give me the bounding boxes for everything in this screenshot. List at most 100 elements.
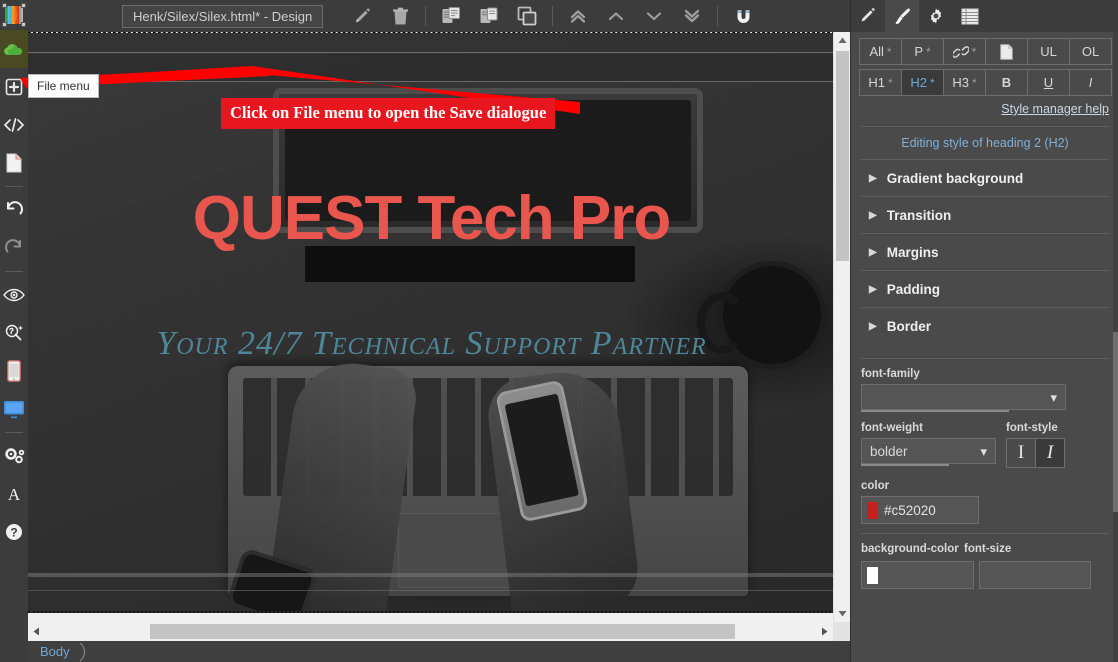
- file-menu-button[interactable]: [0, 30, 28, 68]
- caret-down-icon: [838, 611, 847, 617]
- redo-arrow-icon: [5, 239, 21, 253]
- font-style-italic-button[interactable]: I: [1035, 438, 1065, 468]
- top-toolbar: Henk/Silex/Silex.html* - Design: [28, 0, 850, 32]
- font-weight-value: bolder: [870, 443, 908, 459]
- right-panel-scrollbar[interactable]: [1113, 32, 1118, 662]
- page-nav-band: [28, 33, 835, 53]
- divider: [5, 271, 23, 272]
- snap-magnet-button[interactable]: [724, 0, 762, 32]
- right-panel-scroll-thumb[interactable]: [1113, 332, 1118, 512]
- selector-h1[interactable]: H1 *: [859, 69, 902, 96]
- selector-p[interactable]: P *: [901, 38, 944, 65]
- undo-button[interactable]: [0, 191, 28, 229]
- selector-italic-label: I: [1088, 75, 1093, 90]
- style-manager-help-link[interactable]: Style manager help: [851, 102, 1109, 116]
- selector-ol[interactable]: OL: [1069, 38, 1112, 65]
- selector-bold[interactable]: B: [985, 69, 1028, 96]
- chevron-right-icon: ▶: [869, 283, 877, 295]
- color-swatch[interactable]: [867, 501, 878, 519]
- right-panel-tabs: [851, 0, 1118, 32]
- accordion-label: Transition: [886, 207, 952, 223]
- selector-underline-label: U: [1043, 75, 1054, 90]
- scroll-down-arrow[interactable]: [834, 605, 851, 622]
- right-panel-body: All * P * * UL OL H1 * H2 * H3 * B U I S…: [851, 32, 1118, 662]
- color-value: #c52020: [884, 502, 936, 518]
- scroll-right-arrow[interactable]: [816, 622, 833, 641]
- paintbrush-icon: [895, 7, 910, 24]
- font-weight-select[interactable]: bolder ▾: [861, 438, 996, 464]
- selector-ul[interactable]: UL: [1027, 38, 1070, 65]
- accordion-transition[interactable]: ▶ Transition: [861, 196, 1109, 233]
- canvas-horizontal-scrollbar[interactable]: [28, 622, 833, 641]
- responsive-tools-button[interactable]: [0, 314, 28, 352]
- tab-properties[interactable]: [851, 0, 885, 32]
- cloud-icon: [4, 44, 23, 55]
- selector-underline[interactable]: U: [1027, 69, 1070, 96]
- add-element-button[interactable]: [0, 68, 28, 106]
- settings-button[interactable]: [0, 437, 28, 475]
- background-color-swatch[interactable]: [867, 566, 878, 584]
- accordion-padding[interactable]: ▶ Padding: [861, 270, 1109, 307]
- duplicate-button[interactable]: [508, 0, 546, 32]
- selection-handle: [2, 3, 7, 8]
- delete-button[interactable]: [381, 0, 419, 32]
- link-icon: [952, 45, 969, 58]
- scrollbar-corner: [833, 622, 850, 641]
- scroll-up-arrow[interactable]: [834, 32, 851, 49]
- desktop-view-button[interactable]: [0, 390, 28, 428]
- move-down-button[interactable]: [635, 0, 673, 32]
- paste-button[interactable]: [432, 0, 470, 32]
- selection-handle: [21, 22, 26, 27]
- selector-h2[interactable]: H2 *: [901, 69, 944, 96]
- divider: [552, 6, 554, 26]
- accordion-border[interactable]: ▶ Border: [861, 307, 1109, 344]
- breadcrumb-item-body[interactable]: Body: [40, 644, 70, 659]
- fonts-button[interactable]: A: [0, 475, 28, 513]
- mobile-view-button[interactable]: [0, 352, 28, 390]
- vertical-scroll-thumb[interactable]: [836, 51, 849, 261]
- canvas-vertical-scrollbar[interactable]: [833, 32, 851, 622]
- tab-list[interactable]: [953, 0, 987, 32]
- font-style-normal-button[interactable]: I: [1006, 438, 1036, 468]
- magic-wand-icon: [5, 324, 23, 341]
- html-box-button[interactable]: [0, 106, 28, 144]
- help-button[interactable]: ?: [0, 513, 28, 551]
- document-title-field[interactable]: Henk/Silex/Silex.html* - Design: [122, 4, 324, 28]
- selector-link[interactable]: *: [943, 38, 986, 65]
- horizontal-scroll-thumb[interactable]: [150, 624, 735, 639]
- copy-button[interactable]: [470, 0, 508, 32]
- field-underline: [861, 464, 949, 466]
- selector-italic[interactable]: I: [1069, 69, 1112, 96]
- hero-heading-h2[interactable]: QUEST Tech Pro: [28, 183, 835, 254]
- chevron-right-icon: ▶: [869, 172, 877, 184]
- selector-page[interactable]: [985, 38, 1028, 65]
- selection-handle: [2, 22, 7, 27]
- selector-h3[interactable]: H3 *: [943, 69, 986, 96]
- accordion-margins[interactable]: ▶ Margins: [861, 233, 1109, 270]
- edit-pencil-button[interactable]: [343, 0, 381, 32]
- move-up-button[interactable]: [597, 0, 635, 32]
- chevron-up-icon: [609, 12, 624, 21]
- font-family-select[interactable]: ▾: [861, 384, 1066, 410]
- selector-all[interactable]: All *: [859, 38, 902, 65]
- accordion-gradient-background[interactable]: ▶ Gradient background: [861, 159, 1109, 196]
- selector-h3-label: H3: [952, 75, 969, 90]
- background-color-input[interactable]: [861, 561, 974, 589]
- move-to-top-button[interactable]: [559, 0, 597, 32]
- style-selector-row-1: All * P * * UL OL: [859, 38, 1112, 65]
- tab-style[interactable]: [885, 0, 919, 32]
- gear-icon: [930, 8, 942, 24]
- pencil-icon: [861, 8, 875, 22]
- scroll-left-arrow[interactable]: [28, 622, 45, 641]
- tab-settings[interactable]: [919, 0, 953, 32]
- field-underline: [861, 410, 1009, 412]
- redo-button[interactable]: [0, 229, 28, 267]
- hero-subheading[interactable]: Your 24/7 Technical Support Partner: [28, 325, 835, 363]
- preview-button[interactable]: [0, 276, 28, 314]
- font-size-input[interactable]: [979, 561, 1091, 589]
- color-input[interactable]: #c52020: [861, 496, 979, 524]
- paste-clipboard-icon: [442, 7, 461, 23]
- move-to-bottom-button[interactable]: [673, 0, 711, 32]
- caret-left-icon: [33, 627, 39, 636]
- new-page-button[interactable]: [0, 144, 28, 182]
